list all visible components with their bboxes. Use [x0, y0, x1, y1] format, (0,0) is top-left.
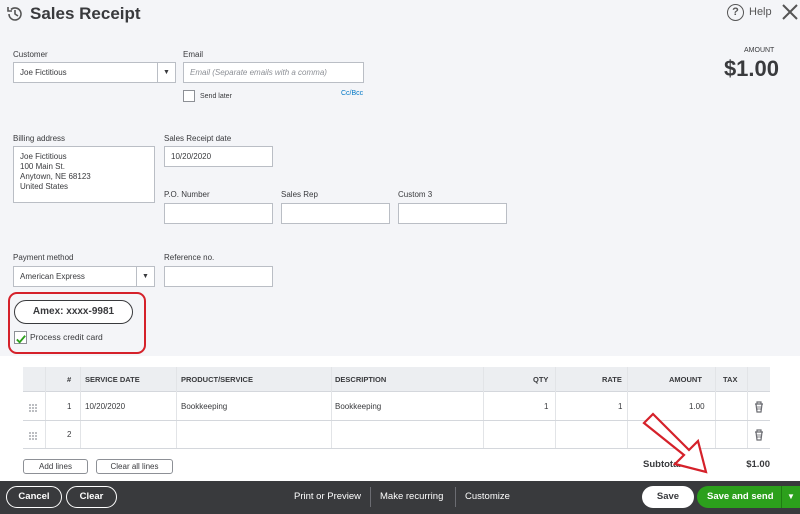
amount-value: $1.00 [723, 56, 779, 81]
chevron-down-icon[interactable]: ▼ [136, 267, 154, 286]
help-icon[interactable]: ? [727, 4, 744, 21]
col-amount: AMOUNT [669, 375, 702, 384]
col-rate: RATE [602, 375, 622, 384]
page-title: Sales Receipt [30, 4, 141, 23]
col-num: # [67, 375, 72, 384]
custom3-label: Custom 3 [398, 190, 433, 199]
receipt-date-label: Sales Receipt date [164, 134, 232, 143]
subtotal-value: $1.00 [746, 459, 770, 470]
customer-value: Joe Fictitious [20, 68, 67, 77]
clear-button[interactable]: Clear [66, 486, 117, 508]
chevron-down-icon[interactable]: ▼ [781, 486, 800, 508]
reference-no-label: Reference no. [164, 253, 215, 262]
row-num: 2 [67, 430, 72, 439]
cancel-button[interactable]: Cancel [6, 486, 62, 508]
save-button[interactable]: Save [642, 486, 694, 508]
sales-rep-label: Sales Rep [281, 190, 318, 199]
make-recurring-link[interactable]: Make recurring [380, 491, 443, 502]
help-link[interactable]: Help [749, 6, 772, 18]
billing-line-3: Anytown, NE 68123 [20, 172, 91, 181]
trash-icon[interactable] [754, 401, 764, 413]
drag-handle-icon[interactable] [29, 404, 37, 412]
email-input[interactable]: Email (Separate emails with a comma) [183, 62, 364, 83]
process-credit-card-checkbox[interactable] [14, 331, 27, 344]
custom3-input[interactable] [398, 203, 507, 224]
footer-toolbar: Cancel Clear Print or Preview Make recur… [0, 481, 800, 514]
col-tax: TAX [723, 375, 738, 384]
receipt-date-input[interactable]: 10/20/2020 [164, 146, 273, 167]
po-number-label: P.O. Number [164, 190, 210, 199]
send-later-checkbox[interactable] [183, 90, 195, 102]
amount-label: AMOUNT [744, 47, 775, 54]
history-icon[interactable] [6, 5, 24, 23]
row-description[interactable]: Bookkeeping [335, 393, 381, 421]
col-product-service: PRODUCT/SERVICE [181, 375, 253, 384]
col-description: DESCRIPTION [335, 375, 387, 384]
reference-no-input[interactable] [164, 266, 273, 287]
billing-line-4: United States [20, 182, 69, 191]
cc-bcc-link[interactable]: Cc/Bcc [341, 90, 363, 97]
close-icon[interactable] [780, 2, 800, 22]
row-qty[interactable]: 1 [544, 393, 548, 421]
col-service-date: SERVICE DATE [85, 375, 140, 384]
send-later-label: Send later [200, 93, 232, 100]
billing-address-textarea[interactable]: Joe Fictitious 100 Main St. Anytown, NE … [13, 146, 155, 203]
row-rate[interactable]: 1 [618, 393, 622, 421]
customer-label: Customer [13, 50, 48, 59]
card-on-file-button[interactable]: Amex: xxxx-9981 [14, 300, 133, 324]
print-preview-link[interactable]: Print or Preview [294, 491, 361, 502]
chevron-down-icon[interactable]: ▼ [157, 63, 175, 82]
trash-icon[interactable] [754, 429, 764, 441]
table-header: # SERVICE DATE PRODUCT/SERVICE DESCRIPTI… [23, 367, 770, 392]
process-credit-card-label: Process credit card [30, 332, 103, 342]
col-qty: QTY [533, 375, 549, 384]
customize-link[interactable]: Customize [465, 491, 510, 502]
drag-handle-icon[interactable] [29, 432, 37, 440]
checkmark-icon [16, 335, 26, 344]
clear-all-lines-button[interactable]: Clear all lines [96, 459, 173, 474]
billing-address-label: Billing address [13, 134, 66, 143]
annotation-arrow-icon [642, 412, 708, 474]
billing-line-1: Joe Fictitious [20, 152, 67, 161]
sales-rep-input[interactable] [281, 203, 390, 224]
row-product[interactable]: Bookkeeping [181, 393, 227, 421]
po-number-input[interactable] [164, 203, 273, 224]
row-service-date[interactable]: 10/20/2020 [85, 393, 125, 421]
add-lines-button[interactable]: Add lines [23, 459, 88, 474]
payment-method-select[interactable]: American Express ▼ [13, 266, 155, 287]
payment-method-label: Payment method [13, 253, 74, 262]
customer-select[interactable]: Joe Fictitious ▼ [13, 62, 176, 83]
payment-method-value: American Express [20, 272, 85, 281]
row-num: 1 [67, 402, 72, 411]
billing-line-2: 100 Main St. [20, 162, 65, 171]
email-label: Email [183, 50, 204, 59]
